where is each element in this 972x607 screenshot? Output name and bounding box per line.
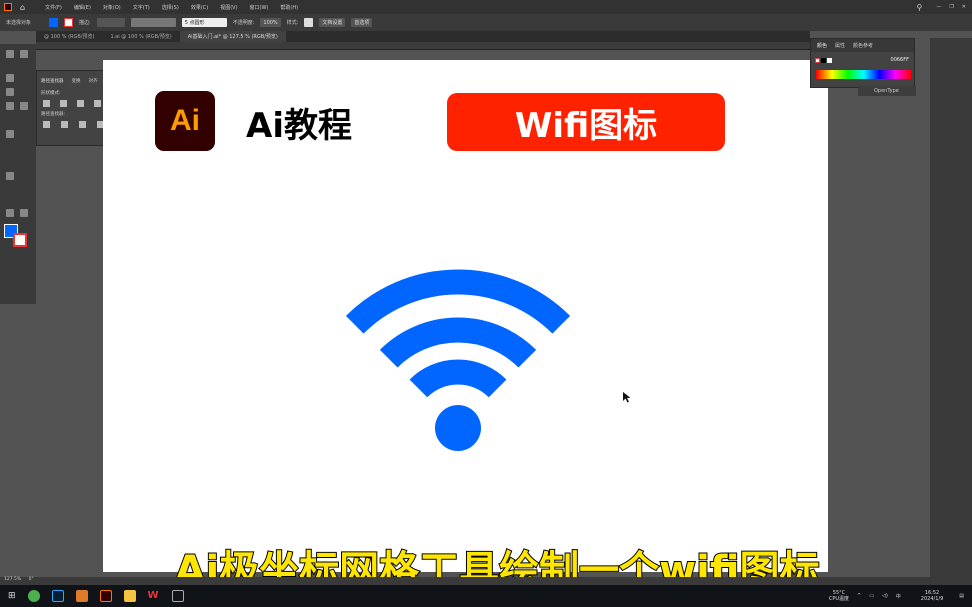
panel-icon-strip [930,38,972,585]
white-swatch[interactable] [827,58,832,63]
volume-icon[interactable]: ◁) [882,593,888,599]
file-explorer-icon[interactable] [123,590,136,602]
windows-start-icon[interactable]: ⊞ [8,591,16,601]
illustrator-icon[interactable] [99,590,112,602]
notification-icon[interactable]: ▤ [959,593,964,599]
wifi-arc-2 [379,317,537,368]
photoshop-icon[interactable] [51,590,64,602]
none-swatch[interactable] [815,58,820,63]
color-panel: 颜色 属性 颜色参考 0066FF [810,38,915,88]
app-green-icon[interactable] [27,590,40,602]
taskbar: ⊞ W 55°C CPU温度 ^ ▭ ◁) 中 16:52 2024/1/9 ▤ [0,585,972,607]
network-icon[interactable]: ▭ [869,593,874,599]
wifi-dot [435,405,481,451]
mouse-cursor-icon [623,392,631,403]
black-swatch[interactable] [821,58,826,63]
tray-chevron-icon[interactable]: ^ [857,593,861,599]
cpu-label: CPU温度 [828,596,850,602]
tab-attributes[interactable]: 属性 [835,42,845,49]
hex-input[interactable]: 0066FF [891,57,909,63]
clock-date[interactable]: 2024/1/9 [921,596,943,602]
ime-indicator[interactable]: 中 [896,593,901,600]
wps-icon[interactable]: W [148,590,160,602]
wechat-icon[interactable] [75,590,88,602]
wifi-arc-3 [409,359,507,398]
opentype-panel-item[interactable]: OpenType [858,86,916,96]
tab-color-guide[interactable]: 颜色参考 [853,42,873,49]
video-app-icon[interactable] [171,590,184,602]
tab-color[interactable]: 颜色 [817,42,827,49]
color-spectrum[interactable] [816,70,911,79]
status-bar: 127.5% 0° [0,577,972,585]
rotation-angle[interactable]: 0° [29,577,34,582]
zoom-level[interactable]: 127.5% [4,577,21,582]
opentype-label: OpenType [874,88,899,94]
wifi-icon[interactable] [0,0,972,607]
